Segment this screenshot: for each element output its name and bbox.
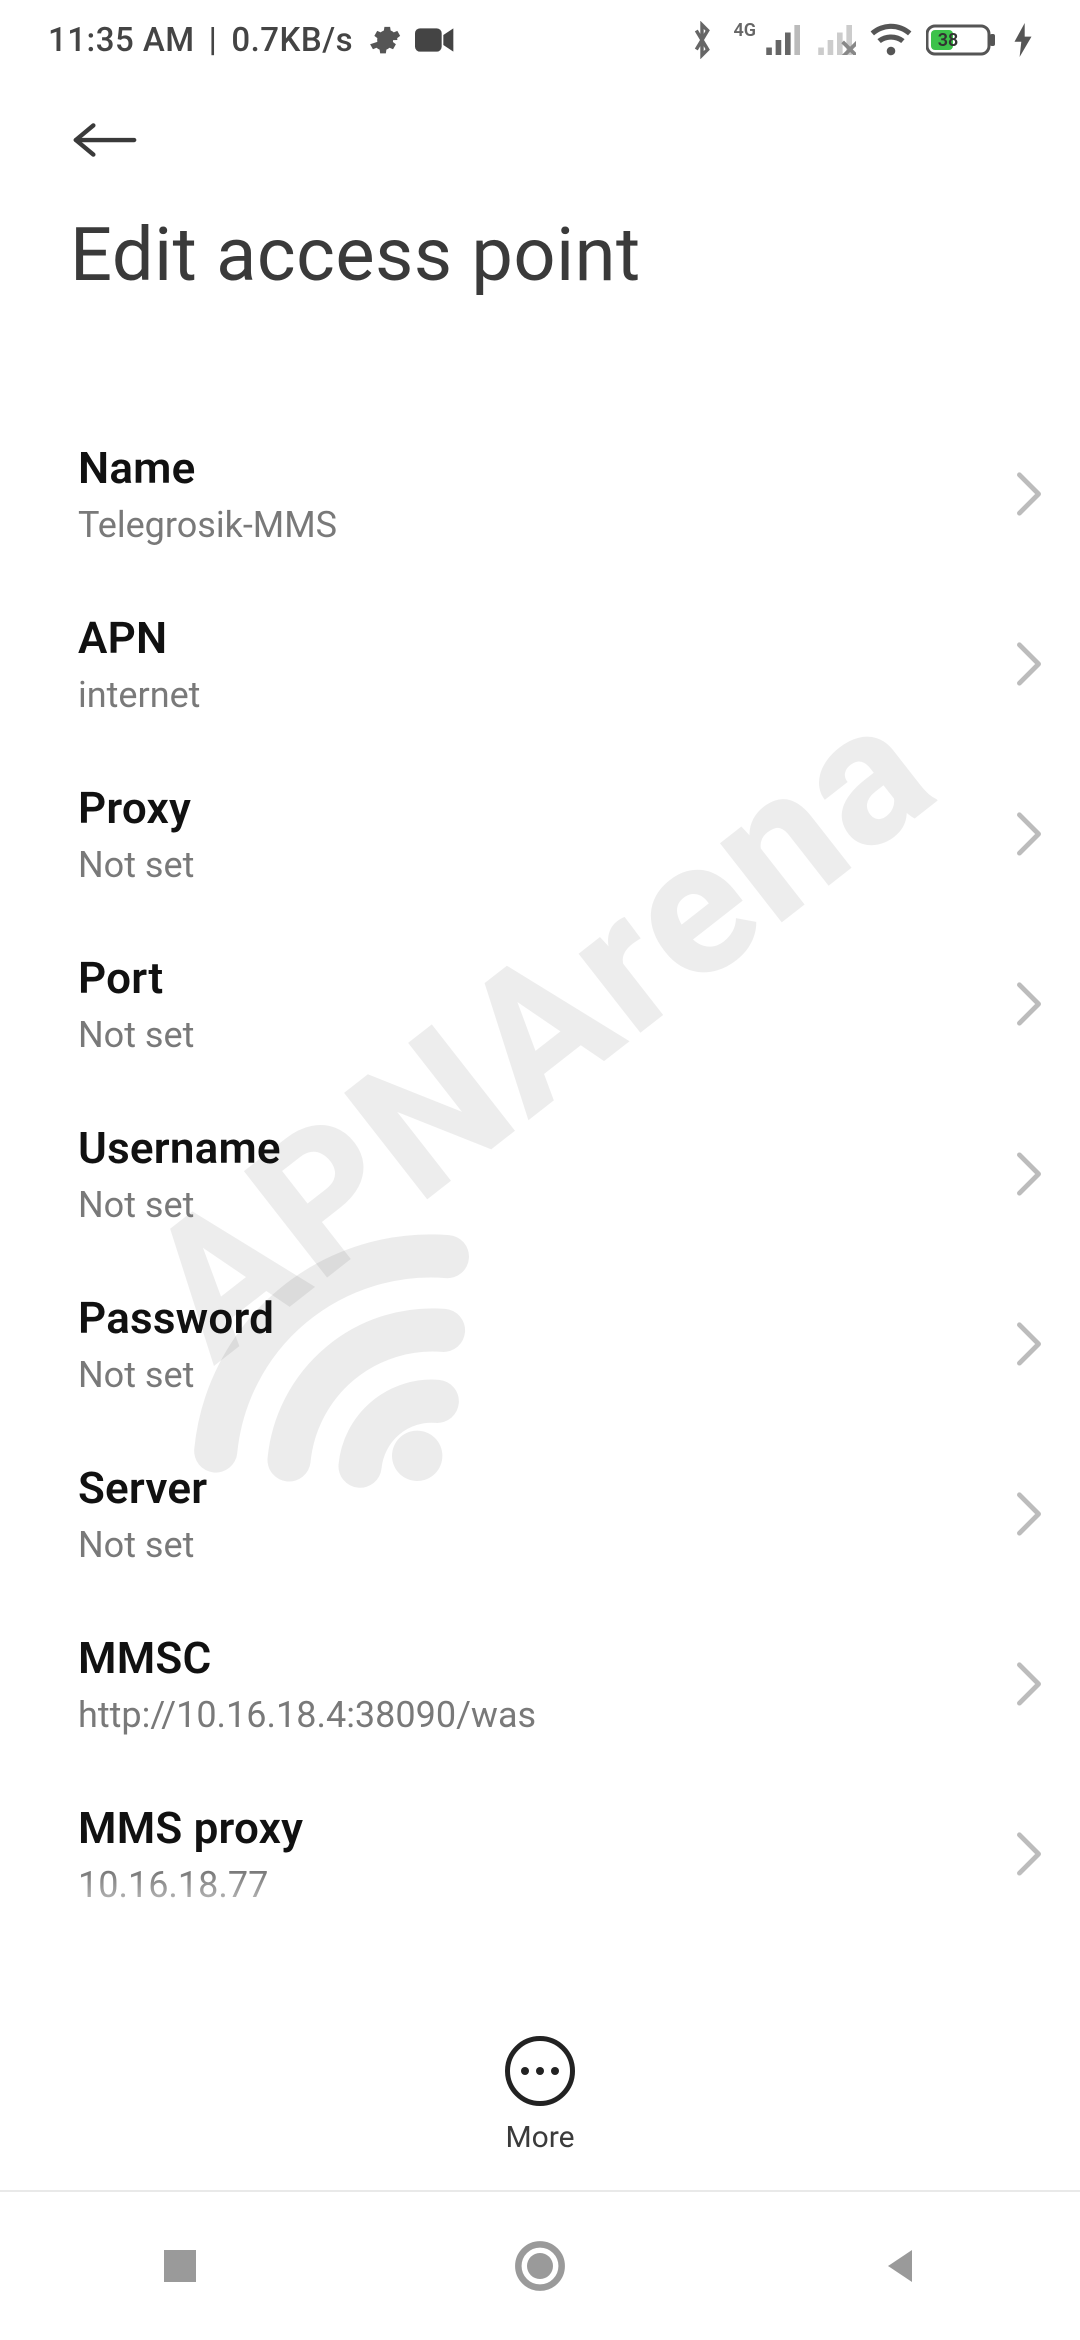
setting-username[interactable]: Username Not set <box>0 1089 1080 1259</box>
chevron-right-icon <box>1014 811 1044 857</box>
square-icon <box>160 2246 200 2286</box>
svg-text:38: 38 <box>938 30 959 51</box>
back-button[interactable] <box>70 100 150 180</box>
wifi-icon <box>870 23 912 57</box>
more-label: More <box>505 2120 574 2155</box>
setting-value: Not set <box>78 1184 990 1226</box>
setting-label: Server <box>78 1462 990 1514</box>
network-type-4g-icon: 4G <box>733 20 756 41</box>
setting-label: Password <box>78 1292 990 1344</box>
setting-password[interactable]: Password Not set <box>0 1259 1080 1429</box>
setting-server[interactable]: Server Not set <box>0 1429 1080 1599</box>
more-button[interactable]: More <box>505 2036 575 2155</box>
signal-sim2-icon <box>818 25 856 55</box>
setting-value: 10.16.18.77 <box>78 1864 990 1906</box>
bluetooth-icon <box>689 21 715 59</box>
setting-value: Not set <box>78 1354 990 1396</box>
setting-mms-proxy[interactable]: MMS proxy 10.16.18.77 <box>0 1769 1080 1939</box>
setting-label: Username <box>78 1122 990 1174</box>
setting-label: MMS proxy <box>78 1802 990 1854</box>
chevron-right-icon <box>1014 1321 1044 1367</box>
setting-label: APN <box>78 612 990 664</box>
setting-apn[interactable]: APN internet <box>0 579 1080 749</box>
setting-label: MMSC <box>78 1632 990 1684</box>
more-icon <box>505 2036 575 2106</box>
status-net-speed: 0.7KB/s <box>231 21 353 60</box>
chevron-right-icon <box>1014 641 1044 687</box>
setting-value: http://10.16.18.4:38090/was <box>78 1694 990 1736</box>
circle-icon <box>514 2240 566 2292</box>
setting-value: Not set <box>78 1524 990 1566</box>
status-time: 11:35 AM <box>48 21 195 60</box>
nav-back-button[interactable] <box>830 2226 970 2306</box>
setting-value: Not set <box>78 1014 990 1056</box>
nav-home-button[interactable] <box>470 2226 610 2306</box>
setting-name[interactable]: Name Telegrosik-MMS <box>0 409 1080 579</box>
setting-value: Telegrosik-MMS <box>78 504 990 546</box>
setting-value: Not set <box>78 844 990 886</box>
chevron-right-icon <box>1014 981 1044 1027</box>
chevron-right-icon <box>1014 471 1044 517</box>
nav-recent-button[interactable] <box>110 2226 250 2306</box>
system-nav-bar <box>0 2190 1080 2340</box>
chevron-right-icon <box>1014 1831 1044 1877</box>
chevron-right-icon <box>1014 1151 1044 1197</box>
triangle-left-icon <box>880 2246 920 2286</box>
setting-mmsc[interactable]: MMSC http://10.16.18.4:38090/was <box>0 1599 1080 1769</box>
camera-icon <box>415 25 455 55</box>
chevron-right-icon <box>1014 1491 1044 1537</box>
setting-label: Proxy <box>78 782 990 834</box>
status-separator: | <box>209 21 218 60</box>
setting-label: Name <box>78 442 990 494</box>
signal-sim1-icon <box>766 25 804 55</box>
settings-list: Name Telegrosik-MMS APN internet Proxy N… <box>0 409 1080 1939</box>
chevron-right-icon <box>1014 1661 1044 1707</box>
setting-value: internet <box>78 674 990 716</box>
setting-label: Port <box>78 952 990 1004</box>
settings-icon <box>367 23 401 57</box>
setting-port[interactable]: Port Not set <box>0 919 1080 1089</box>
battery-icon: 38 <box>926 22 1000 58</box>
status-bar: 11:35 AM | 0.7KB/s 4G <box>0 0 1080 80</box>
setting-proxy[interactable]: Proxy Not set <box>0 749 1080 919</box>
charging-icon <box>1014 23 1032 57</box>
arrow-left-icon <box>70 115 140 165</box>
page-title: Edit access point <box>70 212 1020 299</box>
